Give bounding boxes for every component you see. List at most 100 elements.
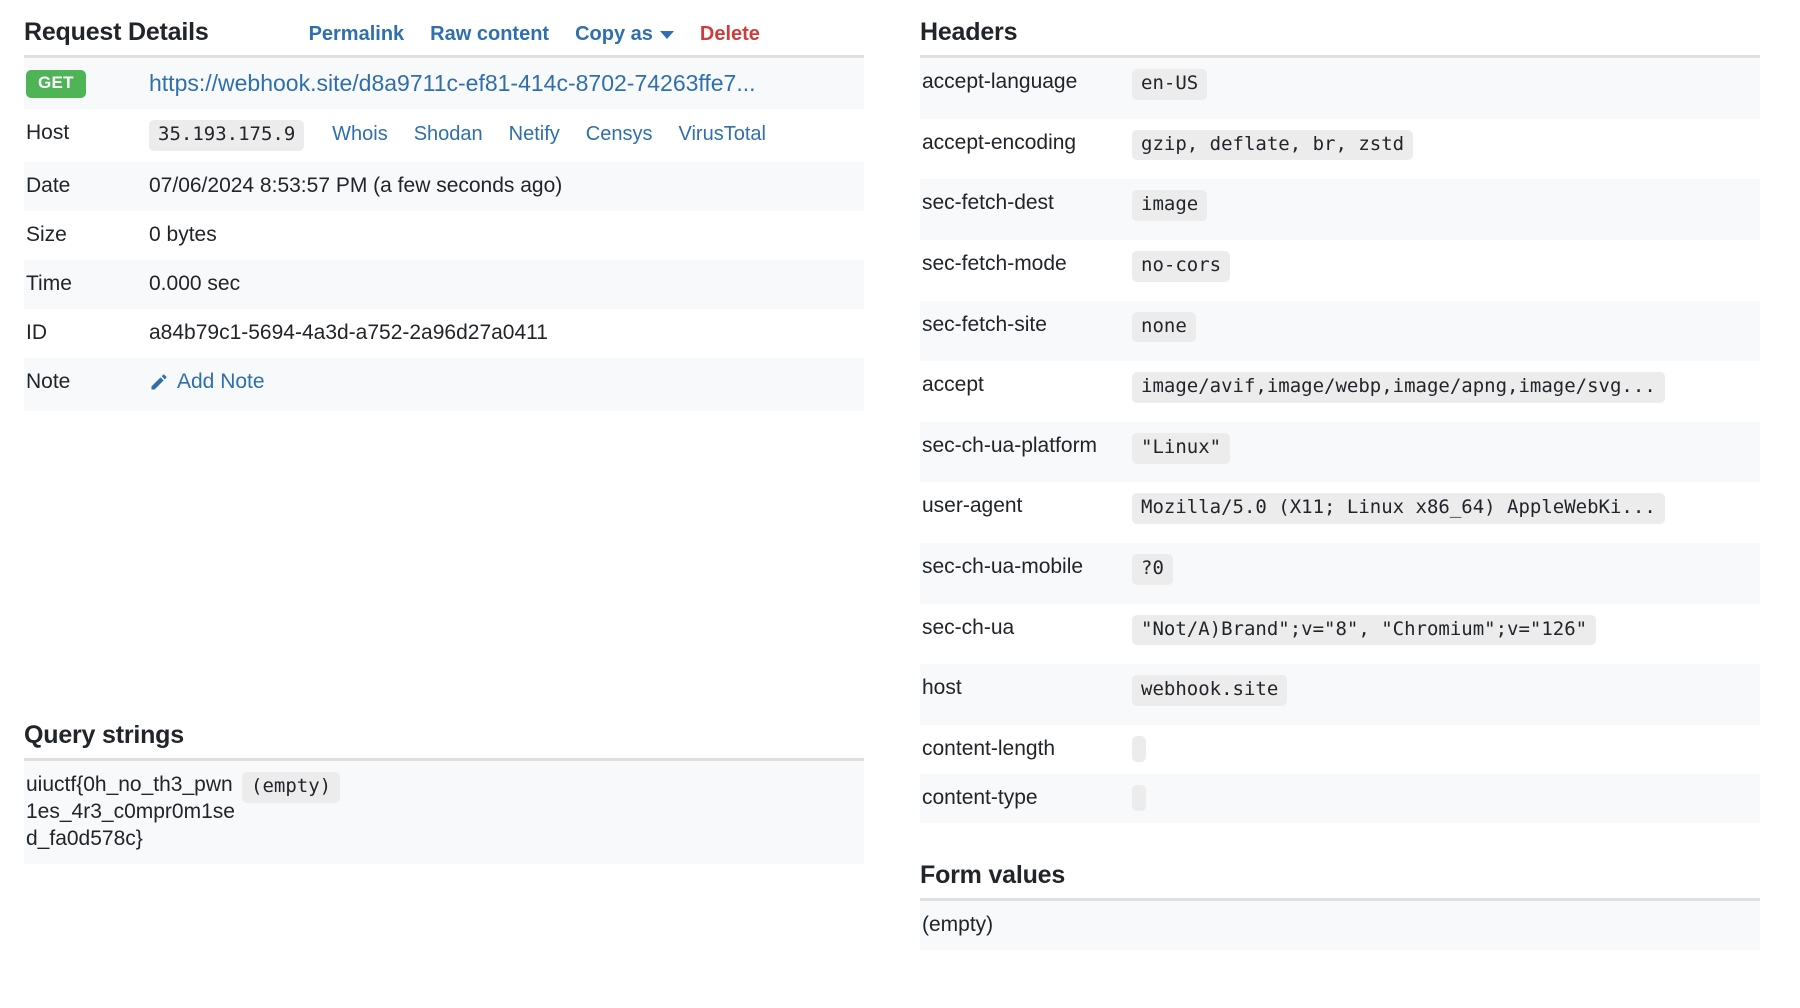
query-strings-title: Query strings (24, 721, 184, 750)
header-value-chip: gzip, deflate, br, zstd (1132, 130, 1413, 161)
censys-link[interactable]: Censys (586, 122, 653, 148)
url-cell: https://webhook.site/d8a9711c-ef81-414c-… (149, 58, 864, 109)
page-title: Request Details (24, 18, 209, 47)
header-value-cell (1132, 774, 1760, 823)
header-value-chip: ?0 (1132, 554, 1173, 585)
shodan-link[interactable]: Shodan (414, 122, 483, 148)
left-spacer (24, 411, 864, 711)
header-value-cell: webhook.site (1132, 664, 1760, 725)
header-value-cell: image (1132, 179, 1760, 240)
table-row: accept-encoding gzip, deflate, br, zstd (920, 119, 1760, 180)
row-label-size: Size (24, 211, 149, 260)
query-string-key: uiuctf{0h_no_th3_pwn1es_4r3_c0mpr0m1sed_… (24, 761, 242, 864)
method-badge: GET (26, 70, 86, 98)
header-name: accept (920, 361, 1132, 422)
header-value-cell: "Linux" (1132, 422, 1760, 483)
header-value-cell: ?0 (1132, 543, 1760, 604)
chevron-down-icon (660, 31, 674, 39)
table-row: accept image/avif,image/webp,image/apng,… (920, 361, 1760, 422)
header-value-cell: "Not/A)Brand";v="8", "Chromium";v="126" (1132, 604, 1760, 665)
header-value-cell (1132, 725, 1760, 774)
form-values-empty-label: (empty) (920, 901, 1760, 950)
row-value-host: 35.193.175.9 Whois Shodan Netify Censys … (149, 109, 864, 162)
table-row-time: Time 0.000 sec (24, 260, 864, 309)
form-values-table: (empty) (920, 901, 1760, 950)
header-value-empty-chip (1132, 736, 1146, 762)
request-details-table: GET https://webhook.site/d8a9711c-ef81-4… (24, 58, 864, 411)
query-string-value: (empty) (242, 761, 864, 864)
raw-content-link[interactable]: Raw content (430, 23, 549, 46)
header-name: sec-fetch-site (920, 301, 1132, 362)
table-row: (empty) (920, 901, 1760, 950)
row-label-note: Note (24, 358, 149, 411)
header-value-cell: en-US (1132, 58, 1760, 119)
header-name: sec-fetch-mode (920, 240, 1132, 301)
header-name: user-agent (920, 482, 1132, 543)
row-label-date: Date (24, 162, 149, 211)
delete-link[interactable]: Delete (700, 23, 760, 46)
header-value-chip: en-US (1132, 69, 1207, 100)
ip-lookup-links: Whois Shodan Netify Censys VirusTotal (332, 122, 766, 148)
table-row-date: Date 07/06/2024 8:53:57 PM (a few second… (24, 162, 864, 211)
table-row: host webhook.site (920, 664, 1760, 725)
host-ip-chip: 35.193.175.9 (149, 120, 304, 151)
query-strings-header: Query strings (24, 721, 864, 758)
header-name: content-length (920, 725, 1132, 774)
header-value-chip: none (1132, 312, 1196, 343)
header-value-cell: image/avif,image/webp,image/apng,image/s… (1132, 361, 1760, 422)
header-name: sec-ch-ua-platform (920, 422, 1132, 483)
permalink-link[interactable]: Permalink (309, 23, 405, 46)
headers-header: Headers (920, 18, 1760, 55)
query-string-value-chip: (empty) (242, 772, 340, 803)
request-actions: Permalink Raw content Copy as Delete (309, 23, 760, 46)
header-value-chip: "Not/A)Brand";v="8", "Chromium";v="126" (1132, 615, 1596, 646)
table-row: sec-fetch-mode no-cors (920, 240, 1760, 301)
table-row: accept-language en-US (920, 58, 1760, 119)
row-value-id: a84b79c1-5694-4a3d-a752-2a96d27a0411 (149, 309, 864, 358)
header-value-cell: Mozilla/5.0 (X11; Linux x86_64) AppleWeb… (1132, 482, 1760, 543)
table-row: content-length (920, 725, 1760, 774)
row-value-note: Add Note (149, 358, 864, 411)
whois-link[interactable]: Whois (332, 122, 388, 148)
table-row-note: Note Add Note (24, 358, 864, 411)
header-value-empty-chip (1132, 785, 1146, 811)
row-label-time: Time (24, 260, 149, 309)
header-value-chip: image (1132, 190, 1207, 221)
header-name: accept-language (920, 58, 1132, 119)
query-strings-table: uiuctf{0h_no_th3_pwn1es_4r3_c0mpr0m1sed_… (24, 761, 864, 864)
netify-link[interactable]: Netify (509, 122, 560, 148)
table-row: sec-ch-ua-platform "Linux" (920, 422, 1760, 483)
left-column: Request Details Permalink Raw content Co… (24, 18, 864, 864)
header-value-cell: no-cors (1132, 240, 1760, 301)
virustotal-link[interactable]: VirusTotal (679, 122, 766, 148)
request-url-link[interactable]: https://webhook.site/d8a9711c-ef81-414c-… (149, 69, 756, 98)
table-row: uiuctf{0h_no_th3_pwn1es_4r3_c0mpr0m1sed_… (24, 761, 864, 864)
table-row: sec-ch-ua-mobile ?0 (920, 543, 1760, 604)
table-row: content-type (920, 774, 1760, 823)
add-note-link[interactable]: Add Note (149, 369, 265, 396)
request-inspector-page: Request Details Permalink Raw content Co… (0, 0, 1800, 1008)
headers-title: Headers (920, 18, 1017, 47)
form-values-title: Form values (920, 861, 1065, 890)
header-name: host (920, 664, 1132, 725)
two-column-layout: Request Details Permalink Raw content Co… (24, 18, 1776, 950)
header-name: content-type (920, 774, 1132, 823)
header-name: sec-ch-ua (920, 604, 1132, 665)
header-value-chip: "Linux" (1132, 433, 1230, 464)
table-row: sec-fetch-site none (920, 301, 1760, 362)
header-value-chip: Mozilla/5.0 (X11; Linux x86_64) AppleWeb… (1132, 493, 1665, 524)
header-name: accept-encoding (920, 119, 1132, 180)
header-value-chip: webhook.site (1132, 675, 1287, 706)
headers-table: accept-language en-US accept-encoding gz… (920, 58, 1760, 823)
pencil-icon (149, 372, 169, 392)
table-row-size: Size 0 bytes (24, 211, 864, 260)
row-label-id: ID (24, 309, 149, 358)
table-row: user-agent Mozilla/5.0 (X11; Linux x86_6… (920, 482, 1760, 543)
row-label-host: Host (24, 109, 149, 162)
method-cell: GET (24, 58, 149, 109)
header-value-cell: gzip, deflate, br, zstd (1132, 119, 1760, 180)
table-row-id: ID a84b79c1-5694-4a3d-a752-2a96d27a0411 (24, 309, 864, 358)
copy-as-dropdown[interactable]: Copy as (575, 23, 674, 46)
header-name: sec-fetch-dest (920, 179, 1132, 240)
row-value-size: 0 bytes (149, 211, 864, 260)
